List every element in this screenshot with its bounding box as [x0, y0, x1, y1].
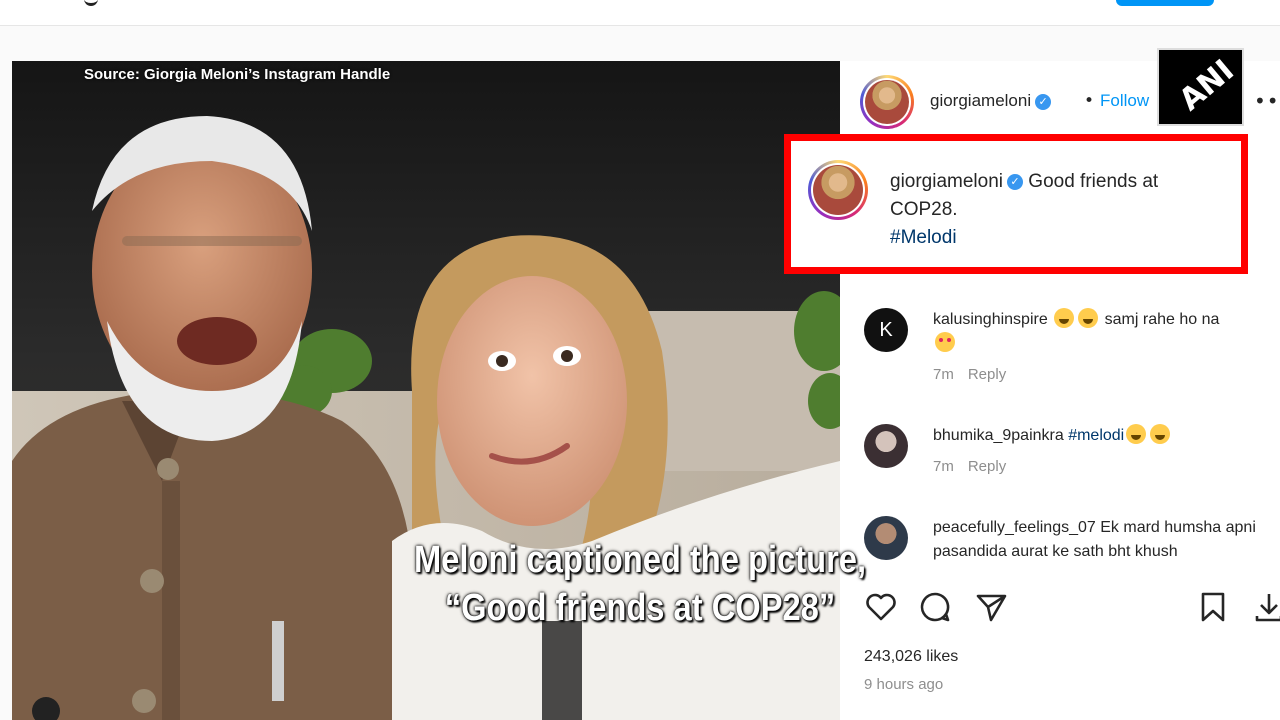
ani-watermark-text: ANI — [1172, 52, 1241, 119]
comment-time: 7m — [933, 366, 954, 383]
source-caption: Source: Giorgia Meloni’s Instagram Handl… — [84, 66, 391, 83]
top-navigation-bar — [0, 0, 1280, 26]
caption-author-avatar[interactable] — [808, 160, 868, 220]
laughing-emoji-icon — [1150, 424, 1171, 444]
caption-username[interactable]: giorgiameloni — [890, 171, 1003, 192]
top-action-button[interactable] — [1116, 0, 1214, 6]
subtitle-line-2: “Good friends at COP28” — [444, 587, 836, 629]
laughing-emoji-icon — [1078, 308, 1099, 328]
follow-button[interactable]: Follow — [1100, 91, 1149, 111]
comment-time: 7m — [933, 458, 954, 475]
video-subtitle: Meloni captioned the picture, “Good frie… — [382, 536, 898, 632]
comment-body: samj rahe ho na — [1104, 311, 1220, 328]
post-caption: giorgiameloni ✓ Good friends at COP28. #M… — [890, 168, 1230, 252]
more-horizontal-icon[interactable]: ••• — [1254, 89, 1280, 113]
comment-meta: 7m Reply — [933, 366, 1020, 383]
author-avatar[interactable] — [860, 75, 914, 129]
laughing-emoji-icon — [1054, 308, 1075, 328]
comment-hashtag[interactable]: #melodi — [1068, 427, 1124, 444]
comment-icon[interactable] — [918, 590, 952, 624]
ani-watermark-logo: ANI — [1157, 48, 1244, 126]
comment-item: peacefully_feelings_07 Ek mard humsha ap… — [864, 516, 1280, 566]
reply-button[interactable]: Reply — [968, 366, 1006, 383]
video-frame: Source: Giorgia Meloni’s Instagram Handl… — [0, 0, 1280, 720]
comment-item: bhumika_9painkra #melodi 7m Reply — [864, 424, 1280, 484]
instagram-logo-fragment — [84, 0, 98, 6]
laughing-emoji-icon — [1126, 424, 1147, 444]
bookmark-icon[interactable] — [1196, 590, 1230, 624]
subtitle-line-1: Meloni captioned the picture, — [413, 539, 867, 581]
commenter-username[interactable]: kalusinghinspire — [933, 311, 1048, 328]
reply-button[interactable]: Reply — [968, 458, 1006, 475]
heart-eyes-emoji-icon — [935, 332, 955, 352]
verified-badge-icon: ✓ — [1035, 93, 1052, 110]
commenter-avatar[interactable] — [864, 424, 908, 468]
post-action-bar — [864, 590, 1280, 624]
comment-text: bhumika_9painkra #melodi — [933, 424, 1280, 448]
download-icon[interactable] — [1252, 590, 1280, 624]
comment-text: peacefully_feelings_07 Ek mard humsha ap… — [933, 516, 1280, 564]
commenter-avatar[interactable]: K — [864, 308, 908, 352]
author-username[interactable]: giorgiameloni ✓ — [930, 91, 1052, 111]
post-timestamp: 9 hours ago — [864, 676, 944, 693]
like-count[interactable]: 243,026 likes — [864, 648, 958, 666]
comment-item: K kalusinghinspire samj rahe ho na 7m Rep… — [864, 308, 1280, 390]
header-separator: • — [1084, 91, 1095, 111]
comment-text: kalusinghinspire samj rahe ho na — [933, 308, 1280, 356]
author-username-text: giorgiameloni — [930, 91, 1032, 110]
caption-hashtag[interactable]: #Melodi — [890, 224, 1230, 252]
verified-badge-icon: ✓ — [1007, 173, 1024, 190]
commenter-username[interactable]: bhumika_9painkra — [933, 427, 1064, 444]
share-icon[interactable] — [974, 590, 1008, 624]
comment-meta: 7m Reply — [933, 458, 1020, 475]
commenter-username[interactable]: peacefully_feelings_07 — [933, 519, 1096, 536]
